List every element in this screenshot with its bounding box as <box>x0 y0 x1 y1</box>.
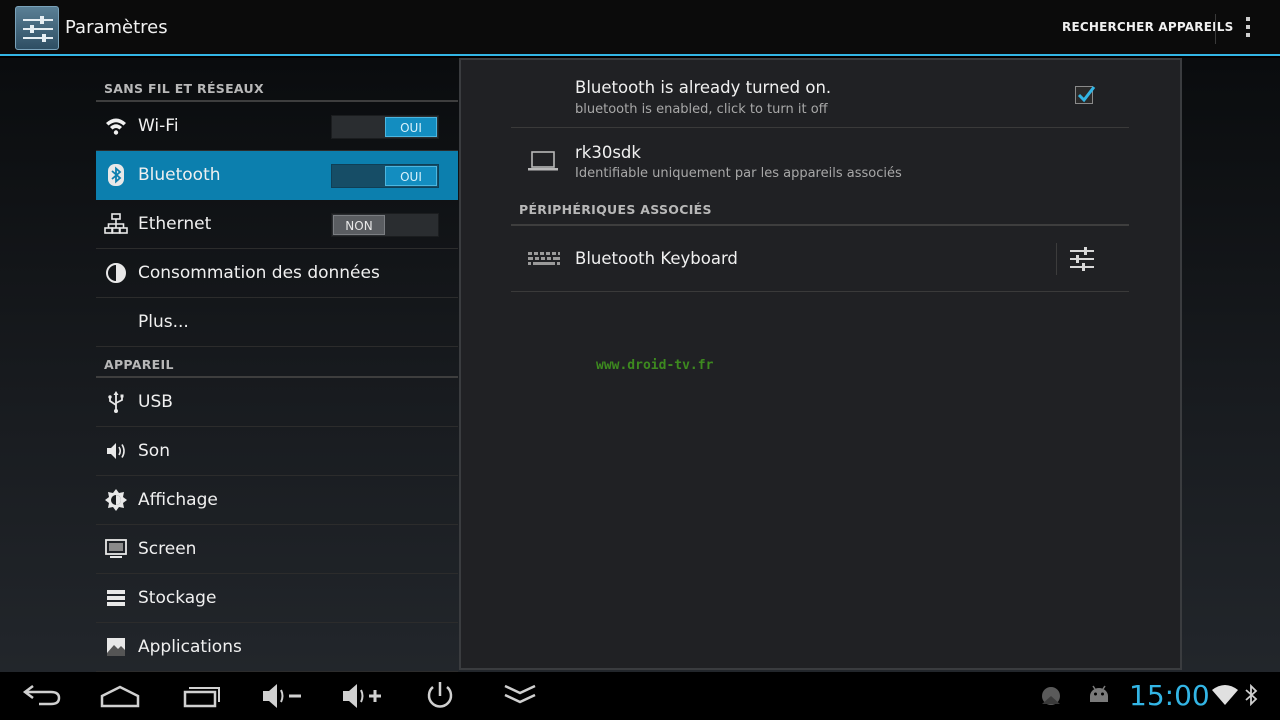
category-wireless: SANS FIL ET RÉSEAUX <box>96 58 458 102</box>
sidebar-item-bluetooth[interactable]: Bluetooth OUI <box>96 151 458 200</box>
sidebar-item-label: Affichage <box>138 490 218 510</box>
action-divider <box>1215 14 1216 44</box>
sidebar-item-label: Wi-Fi <box>138 116 179 136</box>
applications-icon <box>107 638 125 656</box>
home-icon[interactable] <box>95 678 145 714</box>
sidebar-item-data-usage[interactable]: Consommation des données <box>96 249 458 298</box>
wifi-status-icon <box>1212 685 1238 705</box>
usb-icon <box>108 391 124 413</box>
overflow-menu-icon[interactable] <box>1238 14 1258 42</box>
sidebar-item-display[interactable]: Affichage <box>96 476 458 525</box>
category-device: APPAREIL <box>96 347 458 378</box>
sidebar-item-label: Applications <box>138 637 242 657</box>
sidebar-item-label: Plus... <box>138 312 189 332</box>
ethernet-toggle[interactable]: NON <box>331 213 439 237</box>
bluetooth-toggle[interactable]: OUI <box>331 164 439 188</box>
paired-devices-header: PÉRIPHÉRIQUES ASSOCIÉS <box>511 196 1129 226</box>
status-clock: 15:00 <box>1129 679 1210 712</box>
sidebar-item-label: Screen <box>138 539 197 559</box>
app-title: Paramètres <box>65 17 168 38</box>
keyboard-icon <box>528 252 560 265</box>
power-icon[interactable] <box>415 678 465 714</box>
bluetooth-status-subtitle: bluetooth is enabled, click to turn it o… <box>575 102 828 117</box>
sidebar-item-label: USB <box>138 392 173 412</box>
back-icon[interactable] <box>15 678 65 714</box>
sidebar-item-label: Stockage <box>138 588 217 608</box>
bluetooth-detail-panel: Bluetooth is already turned on. bluetoot… <box>459 58 1182 670</box>
sidebar-item-label: Consommation des données <box>138 263 380 283</box>
sidebar-item-usb[interactable]: USB <box>96 378 458 427</box>
bluetooth-status-icon <box>1245 684 1258 706</box>
sidebar-item-screen[interactable]: Screen <box>96 525 458 574</box>
android-debug-icon[interactable] <box>1087 684 1111 706</box>
recent-apps-icon[interactable] <box>175 678 225 714</box>
bluetooth-status-title: Bluetooth is already turned on. <box>575 78 832 97</box>
sidebar-item-label: Bluetooth <box>138 165 221 185</box>
volume-down-icon[interactable] <box>255 678 305 714</box>
local-device-row[interactable]: rk30sdk Identifiable uniquement par les … <box>511 129 1129 195</box>
notification-icon[interactable] <box>1040 684 1062 706</box>
row-divider <box>1056 243 1057 275</box>
search-devices-button[interactable]: RECHERCHER APPAREILS <box>1062 20 1233 34</box>
sound-icon <box>107 443 125 459</box>
sidebar-item-wifi[interactable]: Wi-Fi OUI <box>96 102 458 151</box>
settings-sliders-icon[interactable] <box>15 6 59 50</box>
ethernet-icon <box>104 213 128 234</box>
device-visibility: Identifiable uniquement par les appareil… <box>575 166 902 181</box>
action-bar: Paramètres RECHERCHER APPAREILS <box>0 0 1280 56</box>
sidebar-item-sound[interactable]: Son <box>96 427 458 476</box>
screen-icon <box>105 539 127 558</box>
bluetooth-enabled-checkbox[interactable] <box>1075 86 1096 104</box>
data-usage-icon <box>106 263 126 283</box>
storage-icon <box>107 590 125 606</box>
volume-up-icon[interactable] <box>335 678 385 714</box>
system-navigation-bar: 15:00 <box>0 672 1280 720</box>
wifi-toggle[interactable]: OUI <box>331 115 439 139</box>
paired-device-name: Bluetooth Keyboard <box>575 249 738 268</box>
wifi-icon <box>106 118 126 135</box>
bluetooth-status-row[interactable]: Bluetooth is already turned on. bluetoot… <box>511 60 1129 128</box>
sidebar-item-label: Son <box>138 441 170 461</box>
device-settings-icon[interactable] <box>1069 246 1095 272</box>
sidebar-item-label: Ethernet <box>138 214 212 234</box>
sidebar-item-ethernet[interactable]: Ethernet NON <box>96 200 458 249</box>
laptop-icon <box>528 151 558 171</box>
sidebar-item-more[interactable]: Plus... <box>96 298 458 347</box>
watermark-text: www.droid-tv.fr <box>596 358 714 373</box>
bluetooth-icon <box>108 164 124 186</box>
brightness-icon <box>105 489 127 511</box>
settings-header-list: SANS FIL ET RÉSEAUX Wi-Fi OUI Bluetooth … <box>96 58 458 672</box>
sidebar-item-storage[interactable]: Stockage <box>96 574 458 623</box>
sidebar-item-applications[interactable]: Applications <box>96 623 458 672</box>
paired-device-row[interactable]: Bluetooth Keyboard <box>511 227 1129 292</box>
device-name: rk30sdk <box>575 143 641 162</box>
collapse-icon[interactable] <box>495 678 545 714</box>
